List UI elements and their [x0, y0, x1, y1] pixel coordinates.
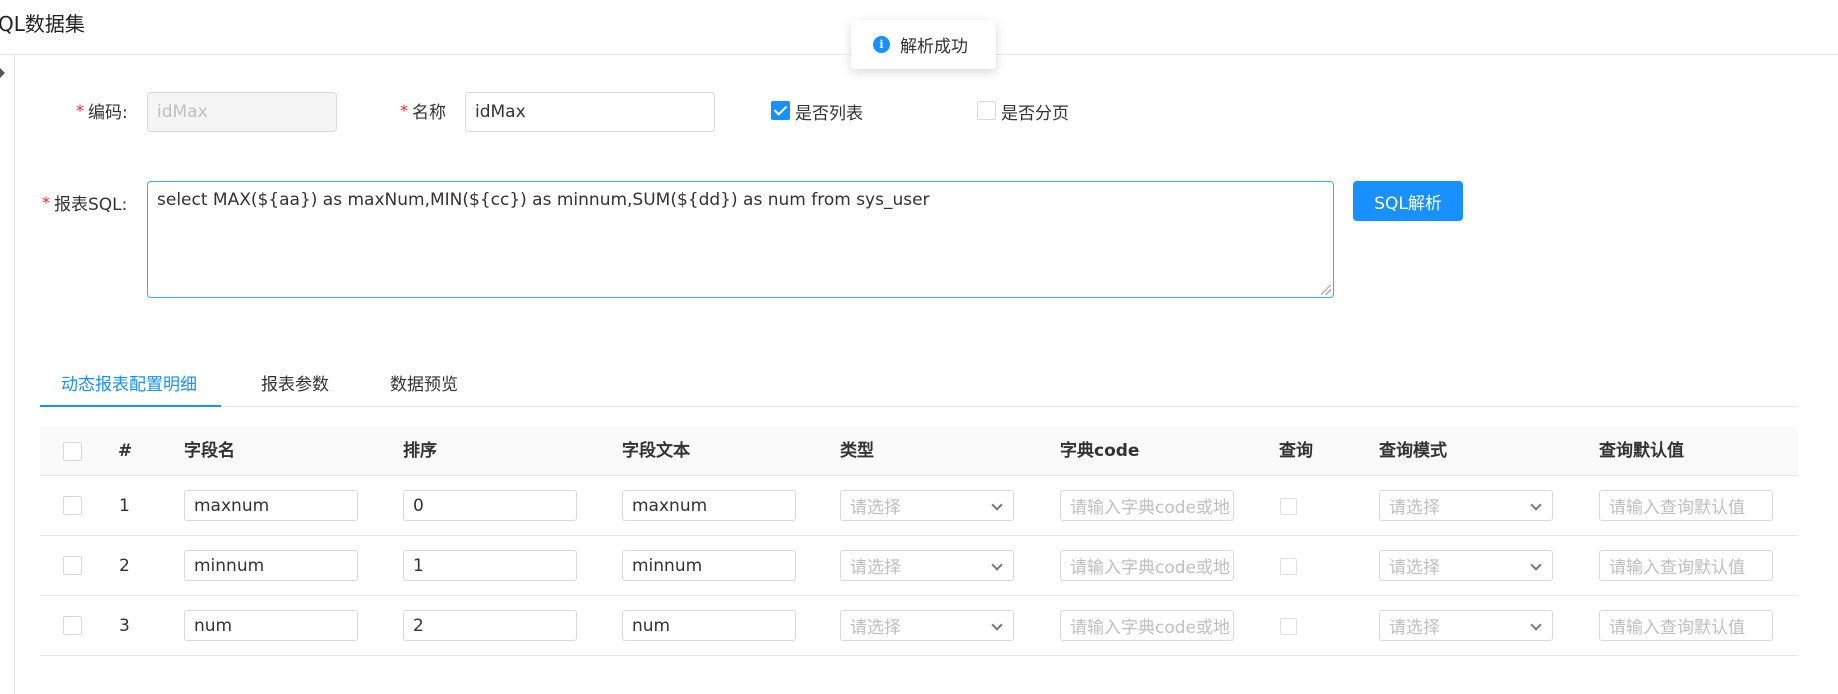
name-label: * 名称 — [400, 101, 446, 123]
select-all-checkbox[interactable] — [63, 442, 82, 461]
success-toast: i 解析成功 — [851, 20, 996, 69]
is-paged-label: 是否分页 — [1001, 104, 1069, 124]
code-input[interactable]: idMax — [147, 92, 337, 132]
is-paged-checkbox[interactable] — [977, 101, 996, 120]
toast-message: 解析成功 — [900, 37, 968, 57]
required-mark: * — [76, 101, 84, 120]
required-mark: * — [400, 101, 408, 120]
query-mode-select[interactable]: 请选择 — [1379, 610, 1553, 641]
row-index: 1 — [119, 496, 130, 516]
tab-report-params[interactable]: 报表参数 — [261, 370, 329, 407]
header-type: 类型 — [840, 441, 874, 461]
type-select[interactable]: 请选择 — [840, 610, 1014, 641]
is-list-label: 是否列表 — [795, 104, 863, 124]
row-checkbox[interactable] — [63, 556, 82, 575]
table-row: 3 num 2 num 请选择 请输入字典code或地 请选择 请输入查询默认值 — [40, 596, 1798, 656]
order-input[interactable]: 1 — [403, 550, 577, 581]
default-value-input[interactable]: 请输入查询默认值 — [1599, 490, 1773, 521]
row-index: 2 — [119, 556, 130, 576]
name-input[interactable]: idMax — [465, 92, 715, 132]
field-text-input[interactable]: maxnum — [622, 490, 796, 521]
query-mode-select[interactable]: 请选择 — [1379, 550, 1553, 581]
sql-textarea[interactable]: select MAX(${aa}) as maxNum,MIN(${cc}) a… — [147, 181, 1334, 298]
query-checkbox[interactable] — [1280, 498, 1297, 515]
sql-label: * 报表SQL: — [42, 193, 128, 215]
row-checkbox[interactable] — [63, 616, 82, 635]
is-list-checkbox[interactable] — [771, 101, 790, 120]
header-query-mode: 查询模式 — [1379, 441, 1447, 461]
default-value-input[interactable]: 请输入查询默认值 — [1599, 610, 1773, 641]
header-order: 排序 — [403, 441, 437, 461]
required-mark: * — [42, 193, 50, 212]
chevron-down-icon — [1530, 559, 1542, 571]
header-index: # — [118, 441, 133, 461]
query-checkbox[interactable] — [1280, 618, 1297, 635]
header-query: 查询 — [1279, 441, 1313, 461]
field-config-table: # 字段名 排序 字段文本 类型 字典code 查询 查询模式 查询默认值 1 … — [40, 427, 1798, 657]
order-input[interactable]: 0 — [403, 490, 577, 521]
header-dict-code: 字典code — [1060, 441, 1140, 461]
sidebar-edge — [14, 55, 15, 694]
row-checkbox[interactable] — [63, 496, 82, 515]
tab-bar: 动态报表配置明细 报表参数 数据预览 — [40, 370, 1798, 407]
field-text-input[interactable]: minnum — [622, 550, 796, 581]
expand-sidebar-icon[interactable] — [0, 68, 5, 78]
header-field-text: 字段文本 — [622, 441, 690, 461]
type-select[interactable]: 请选择 — [840, 550, 1014, 581]
type-select[interactable]: 请选择 — [840, 490, 1014, 521]
field-name-input[interactable]: maxnum — [184, 490, 358, 521]
dict-code-input[interactable]: 请输入字典code或地 — [1060, 550, 1234, 581]
chevron-down-icon — [991, 499, 1003, 511]
table-row: 1 maxnum 0 maxnum 请选择 请输入字典code或地 请选择 请输… — [40, 476, 1798, 536]
table-header: # 字段名 排序 字段文本 类型 字典code 查询 查询模式 查询默认值 — [40, 427, 1798, 476]
order-input[interactable]: 2 — [403, 610, 577, 641]
page-title: QL数据集 — [0, 12, 85, 36]
header-default-value: 查询默认值 — [1599, 441, 1684, 461]
chevron-down-icon — [1530, 499, 1542, 511]
row-index: 3 — [119, 616, 130, 636]
sql-text: select MAX(${aa}) as maxNum,MIN(${cc}) a… — [157, 190, 930, 210]
field-name-input[interactable]: num — [184, 610, 358, 641]
query-mode-select[interactable]: 请选择 — [1379, 490, 1553, 521]
chevron-down-icon — [991, 619, 1003, 631]
code-label: * 编码: — [76, 101, 128, 123]
dict-code-input[interactable]: 请输入字典code或地 — [1060, 490, 1234, 521]
chevron-down-icon — [1530, 619, 1542, 631]
table-row: 2 minnum 1 minnum 请选择 请输入字典code或地 请选择 请输… — [40, 536, 1798, 596]
resize-handle-icon[interactable] — [1321, 285, 1331, 295]
tab-data-preview[interactable]: 数据预览 — [390, 370, 458, 407]
default-value-input[interactable]: 请输入查询默认值 — [1599, 550, 1773, 581]
tab-config-detail[interactable]: 动态报表配置明细 — [40, 370, 221, 407]
query-checkbox[interactable] — [1280, 558, 1297, 575]
field-text-input[interactable]: num — [622, 610, 796, 641]
info-icon: i — [873, 36, 890, 53]
header-field-name: 字段名 — [184, 441, 235, 461]
dict-code-input[interactable]: 请输入字典code或地 — [1060, 610, 1234, 641]
sql-parse-button[interactable]: SQL解析 — [1353, 181, 1463, 221]
field-name-input[interactable]: minnum — [184, 550, 358, 581]
chevron-down-icon — [991, 559, 1003, 571]
